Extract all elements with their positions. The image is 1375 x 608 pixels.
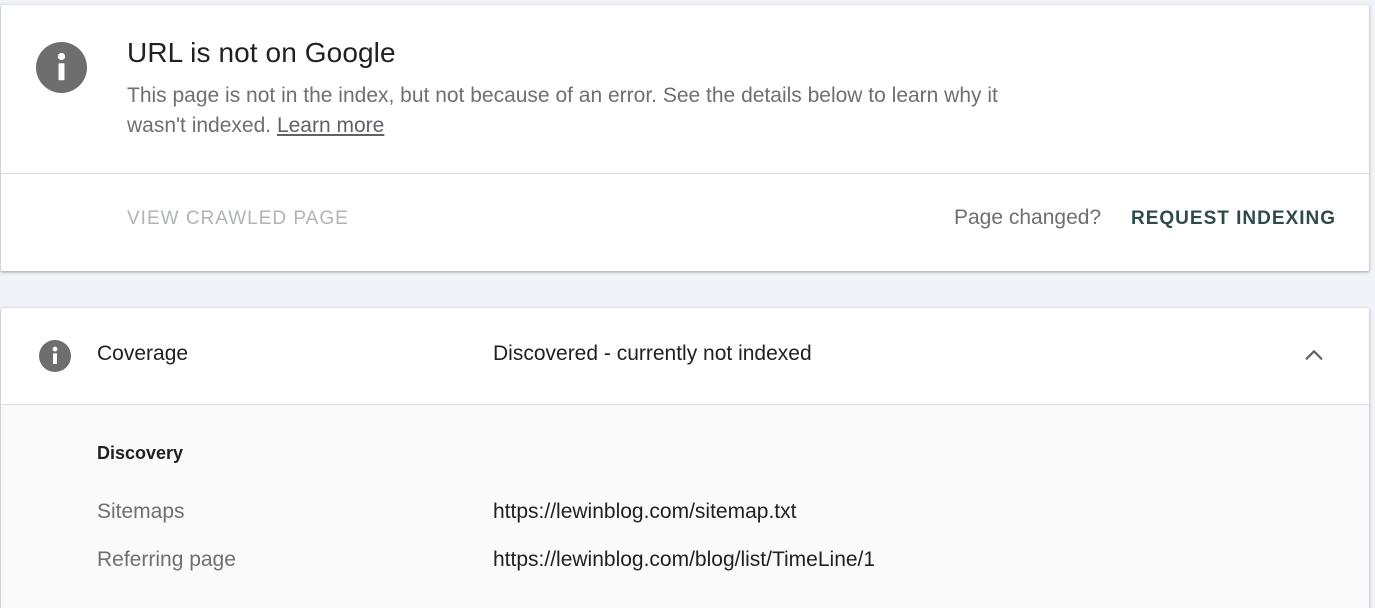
learn-more-link[interactable]: Learn more (277, 114, 384, 137)
info-icon (39, 340, 71, 372)
view-crawled-page-button[interactable]: VIEW CRAWLED PAGE (127, 208, 349, 230)
status-summary: URL is not on Google This page is not in… (1, 5, 1369, 174)
page-changed-text: Page changed? (954, 206, 1102, 229)
index-status-card: URL is not on Google This page is not in… (1, 5, 1369, 271)
status-actions: VIEW CRAWLED PAGE Page changed? REQUEST … (1, 174, 1369, 270)
coverage-header[interactable]: Coverage Discovered - currently not inde… (1, 308, 1369, 405)
referring-page-value: https://lewinblog.com/blog/list/TimeLine… (493, 548, 876, 571)
sitemaps-label: Sitemaps (97, 500, 185, 523)
discovery-section-title: Discovery (97, 443, 184, 463)
status-title: URL is not on Google (127, 37, 396, 68)
coverage-card: Coverage Discovered - currently not inde… (1, 308, 1369, 608)
referring-page-label: Referring page (97, 548, 236, 571)
coverage-status-value: Discovered - currently not indexed (493, 342, 812, 365)
request-indexing-button[interactable]: REQUEST INDEXING (1131, 208, 1336, 230)
sitemaps-value: https://lewinblog.com/sitemap.txt (493, 500, 797, 523)
coverage-details: Discovery Sitemaps https://lewinblog.com… (1, 405, 1369, 608)
coverage-label: Coverage (97, 342, 189, 365)
status-description: This page is not in the index, but not b… (127, 81, 1007, 141)
info-icon (36, 42, 87, 93)
chevron-up-icon[interactable] (1301, 344, 1327, 366)
status-description-text: This page is not in the index, but not b… (127, 84, 998, 137)
